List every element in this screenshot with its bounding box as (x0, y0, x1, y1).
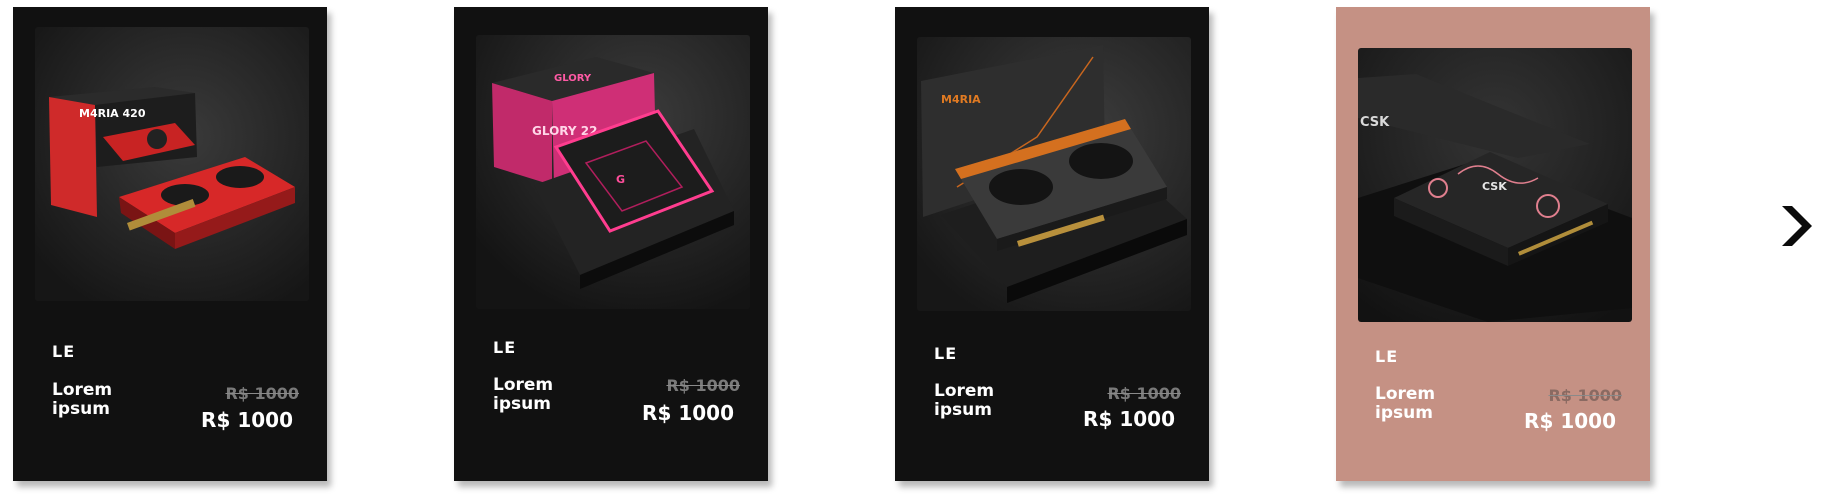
next-button[interactable] (1776, 202, 1816, 250)
product-image[interactable]: M4RIA 420 (35, 27, 309, 301)
box-brand: GLORY (554, 73, 592, 84)
price: R$ 1000 (642, 401, 734, 425)
product-name: Lorem ipsum (934, 381, 995, 420)
product-card[interactable]: CSK CSK LE Lorem ipsum R$ 1000 R$ 1000 (1336, 7, 1650, 481)
product-card[interactable]: M4RIA LE Lorem ipsum R$ 1000 R$ 1000 (895, 7, 1209, 481)
old-price: R$ 1000 (225, 384, 299, 403)
svg-text:G: G (616, 173, 625, 186)
product-image[interactable]: GLORY GLORY 22 G (476, 35, 750, 309)
product-carousel: M4RIA 420 LE Lorem ipsum R$ 1000 R$ 1000 (0, 0, 1823, 502)
price: R$ 1000 (1083, 407, 1175, 431)
product-name: Lorem ipsum (493, 375, 554, 414)
old-price: R$ 1000 (1548, 386, 1622, 405)
product-image[interactable]: CSK CSK (1358, 48, 1632, 322)
svg-text:CSK: CSK (1482, 180, 1507, 193)
chevron-right-icon (1782, 206, 1812, 246)
price: R$ 1000 (201, 408, 293, 432)
box-text: CSK (1360, 115, 1390, 130)
product-image[interactable]: M4RIA (917, 37, 1191, 311)
old-price: R$ 1000 (666, 376, 740, 395)
box-text: M4RIA (941, 93, 981, 106)
box-text: M4RIA 420 (79, 107, 146, 120)
price: R$ 1000 (1524, 409, 1616, 433)
product-label: LE (493, 338, 517, 357)
product-label: LE (52, 342, 76, 361)
product-label: LE (1375, 347, 1399, 366)
product-name: Lorem ipsum (1375, 384, 1436, 423)
product-label: LE (934, 344, 958, 363)
product-name: Lorem ipsum (52, 380, 113, 419)
product-card[interactable]: GLORY GLORY 22 G LE Lorem ipsum R$ 1000 … (454, 7, 768, 481)
old-price: R$ 1000 (1107, 384, 1181, 403)
product-card[interactable]: M4RIA 420 LE Lorem ipsum R$ 1000 R$ 1000 (13, 7, 327, 481)
